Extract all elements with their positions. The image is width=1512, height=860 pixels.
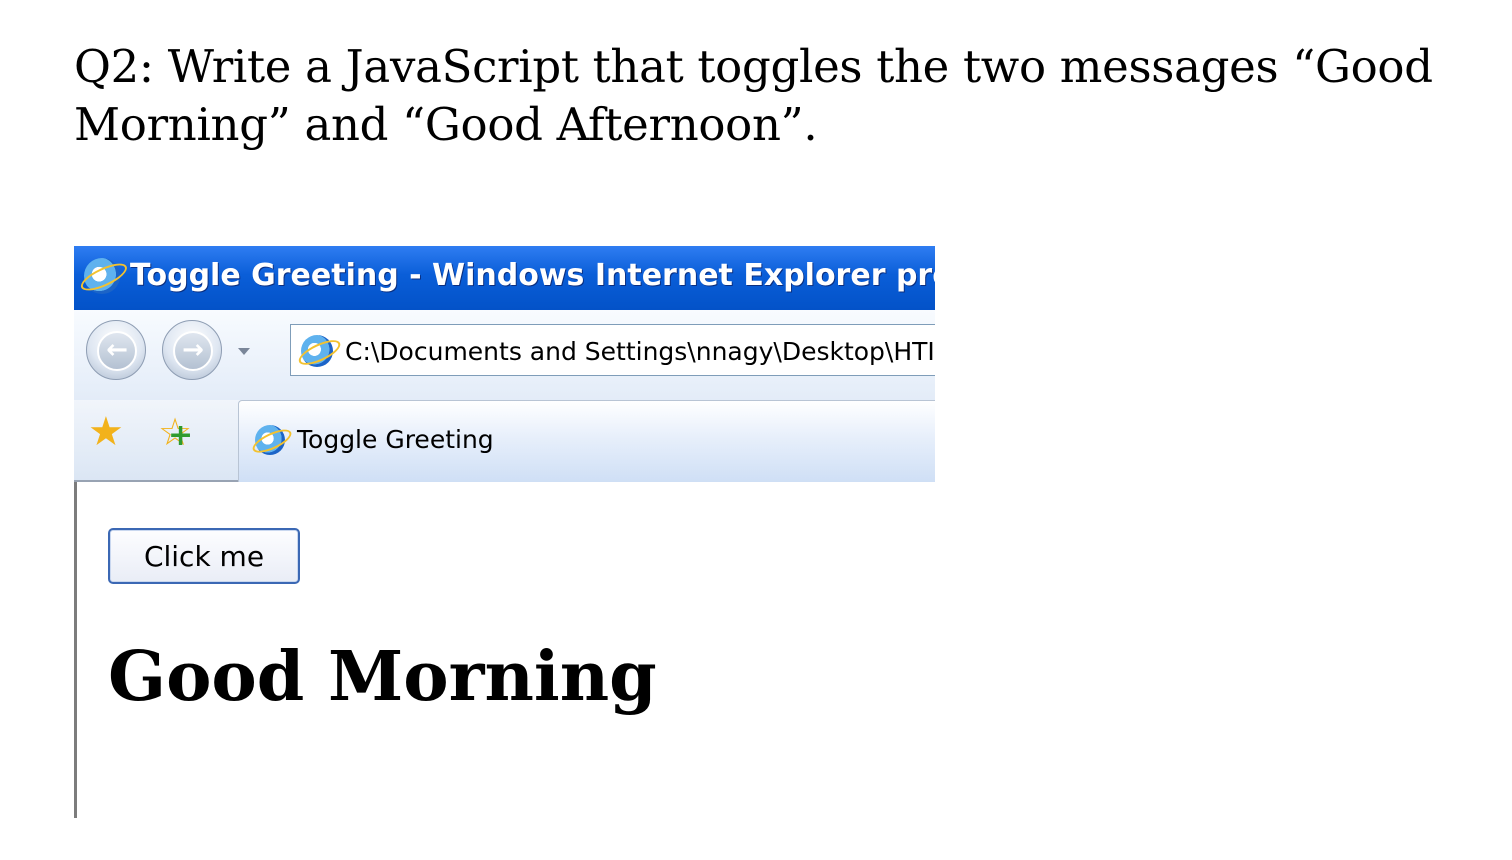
click-me-button[interactable]: Click me — [108, 528, 300, 584]
address-bar[interactable]: C:\Documents and Settings\nnagy\Desktop\… — [290, 324, 935, 376]
add-favorite-icon[interactable]: ☆ — [158, 412, 193, 456]
back-button[interactable]: ← — [86, 320, 146, 380]
page-content: Click me Good Morning — [74, 482, 935, 818]
greeting-heading: Good Morning — [108, 637, 657, 717]
window-title: Toggle Greeting - Windows Internet Explo… — [130, 258, 935, 293]
title-bar[interactable]: Toggle Greeting - Windows Internet Explo… — [74, 246, 935, 310]
back-arrow-icon: ← — [97, 331, 137, 371]
forward-button[interactable]: → — [162, 320, 222, 380]
forward-arrow-icon: → — [173, 331, 213, 371]
tab-toggle-greeting[interactable]: Toggle Greeting — [238, 400, 935, 482]
favorites-star-icon[interactable]: ★ — [88, 412, 124, 452]
page-ie-icon — [301, 335, 333, 367]
tab-bar: ★ ☆ Toggle Greeting — [74, 400, 935, 482]
browser-window: Toggle Greeting - Windows Internet Explo… — [74, 246, 935, 818]
navigation-bar: ← → C:\Documents and Settings\nnagy\Desk… — [74, 310, 935, 400]
address-text: C:\Documents and Settings\nnagy\Desktop\… — [345, 337, 935, 366]
ie-logo-icon — [84, 258, 120, 294]
tab-label: Toggle Greeting — [297, 425, 494, 454]
tab-ie-icon — [255, 425, 285, 455]
question-text: Q2: Write a JavaScript that toggles the … — [74, 40, 1433, 151]
history-dropdown-icon[interactable] — [238, 348, 250, 355]
